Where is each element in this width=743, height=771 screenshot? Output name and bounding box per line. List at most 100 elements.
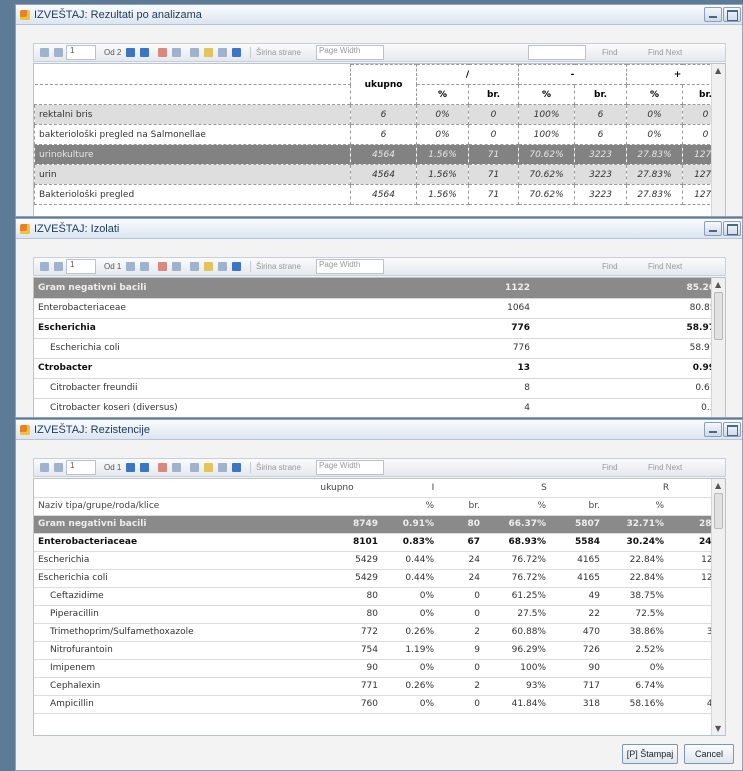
scroll-up-icon[interactable]: ▲ [715,280,721,289]
row-label: Citrobacter koseri (diversus) [34,398,434,417]
stop-icon[interactable] [158,48,167,57]
stop-icon[interactable] [158,463,167,472]
cell-value: 27.83% [626,164,684,185]
refresh-icon[interactable] [172,262,181,271]
next-page-icon[interactable] [126,463,135,472]
export-icon[interactable] [232,48,241,57]
zoom-select[interactable]: Page Width [316,45,384,60]
page-setup-icon[interactable] [218,48,227,57]
scroll-thumb[interactable] [714,493,723,529]
find-link[interactable]: Find [602,463,618,472]
page-number-input[interactable]: 1 [66,45,96,60]
cancel-button[interactable]: Cancel [684,744,734,764]
table-row[interactable]: urin 4564 1.56% 71 70.62% 3223 27.83% 12… [34,164,725,185]
scroll-up-icon[interactable]: ▲ [715,481,721,490]
vertical-scrollbar[interactable]: ▲ ▼ [711,479,725,735]
table-row[interactable]: Ceftazidime 80 0% 0 61.25% 49 38.75% 31 [34,587,725,606]
scroll-up-icon[interactable]: ▲ [715,66,721,75]
page-setup-icon[interactable] [218,463,227,472]
minimize-button[interactable] [704,422,722,437]
cell-value: 0.83% [382,533,438,552]
table-row[interactable]: Escherichia 776 58.97% [34,318,725,339]
cell-ukupno: 760 [292,695,382,714]
next-page-icon[interactable] [126,262,135,271]
table-row-highlighted[interactable]: urinokulture 4564 1.56% 71 70.62% 3223 2… [34,144,725,165]
stop-icon[interactable] [158,262,167,271]
print-layout-icon[interactable] [204,48,213,57]
table-row[interactable]: Ampicillin 760 0% 0 41.84% 318 58.16% 44… [34,695,725,714]
zoom-select[interactable]: Page Width [316,259,384,274]
minimize-button[interactable] [704,221,722,236]
previous-page-icon[interactable] [54,262,63,271]
table-row[interactable]: Enterobacteriaceae 8101 0.83% 67 68.93% … [34,533,725,552]
print-button[interactable]: [P] Štampaj [622,744,678,764]
export-icon[interactable] [232,463,241,472]
refresh-icon[interactable] [172,463,181,472]
scroll-thumb[interactable] [714,292,723,340]
table-row[interactable]: bakteriološki pregled na Salmonellae 6 0… [34,124,725,145]
page-number-input[interactable]: 1 [66,460,96,475]
table-row[interactable]: Imipenem 90 0% 0 100% 90 0% 0 [34,659,725,678]
last-page-icon[interactable] [140,48,149,57]
cell-percent: 58.97% [534,318,725,339]
print-icon[interactable] [190,48,199,57]
scroll-down-icon[interactable]: ▼ [715,724,721,733]
first-page-icon[interactable] [40,463,49,472]
col-pct: % [626,84,684,105]
export-icon[interactable] [232,262,241,271]
maximize-button[interactable] [723,422,741,437]
table-row[interactable]: Escherichia 5429 0.44% 24 76.72% 4165 22… [34,551,725,570]
table-row[interactable]: rektalni bris 6 0% 0 100% 6 0% 0 [34,104,725,125]
refresh-icon[interactable] [172,48,181,57]
first-page-icon[interactable] [40,48,49,57]
find-next-link[interactable]: Find Next [648,48,682,57]
find-link[interactable]: Find [602,262,618,271]
vertical-scrollbar[interactable]: ▲ [711,64,725,216]
maximize-button[interactable] [723,7,741,22]
table-row[interactable]: Enterobacteriaceae 1064 80.85% [34,298,725,319]
print-layout-icon[interactable] [204,262,213,271]
find-link[interactable]: Find [602,48,618,57]
find-next-link[interactable]: Find Next [648,463,682,472]
table-row[interactable]: Cephalexin 771 0.26% 2 93% 717 6.74% 52 [34,677,725,696]
page-setup-icon[interactable] [218,262,227,271]
zoom-select[interactable]: Page Width [316,460,384,475]
cell-value: 27.83% [626,184,684,205]
table-row[interactable]: Escherichia coli 776 58.97% [34,338,725,359]
table-row[interactable]: Ctrobacter 13 0.99% [34,358,725,379]
table-row[interactable]: Trimethoprim/Sulfamethoxazole 772 0.26% … [34,623,725,642]
page-number-input[interactable]: 1 [66,259,96,274]
maximize-button[interactable] [723,221,741,236]
table-row[interactable]: Escherichia coli 5429 0.44% 24 76.72% 41… [34,569,725,588]
vertical-scrollbar[interactable]: ▲ [711,278,725,417]
table-row[interactable]: Piperacillin 80 0% 0 27.5% 22 72.5% 58 [34,605,725,624]
cell-ukupno: 80 [292,587,382,606]
title-bar[interactable]: IZVEŠTAJ: Izolati [16,219,742,239]
find-next-link[interactable]: Find Next [648,262,682,271]
print-icon[interactable] [190,463,199,472]
cell-value: 0.26% [382,623,438,642]
first-page-icon[interactable] [40,262,49,271]
row-label: Trimethoprim/Sulfamethoxazole [34,623,292,642]
last-page-icon[interactable] [140,262,149,271]
print-layout-icon[interactable] [204,463,213,472]
print-icon[interactable] [190,262,199,271]
cell-ukupno: 6 [350,124,417,145]
previous-page-icon[interactable] [54,48,63,57]
table-row[interactable]: Citrobacter koseri (diversus) 4 0.3% [34,398,725,417]
table-row[interactable]: Bakteriološki pregled 4564 1.56% 71 70.6… [34,184,725,205]
last-page-icon[interactable] [140,463,149,472]
cell-percent: 58.97% [534,338,725,359]
title-bar[interactable]: IZVEŠTAJ: Rezistencije [16,420,742,440]
title-bar[interactable]: IZVEŠTAJ: Rezultati po analizama [16,5,742,25]
find-input[interactable] [528,45,586,60]
table-row-highlighted[interactable]: Gram negativni bacili 8749 0.91% 80 66.3… [34,515,725,534]
table-row[interactable]: Nitrofurantoin 754 1.19% 9 96.29% 726 2.… [34,641,725,660]
table-row-highlighted[interactable]: Gram negativni bacili 1122 85.26% [34,278,725,299]
table-row[interactable]: Citrobacter freundii 8 0.61% [34,378,725,399]
cell-value: 2.52% [604,641,668,660]
report-area: ukupno I S R Naziv tipa/grupe/roda/klice… [33,478,726,736]
next-page-icon[interactable] [126,48,135,57]
minimize-button[interactable] [704,7,722,22]
previous-page-icon[interactable] [54,463,63,472]
